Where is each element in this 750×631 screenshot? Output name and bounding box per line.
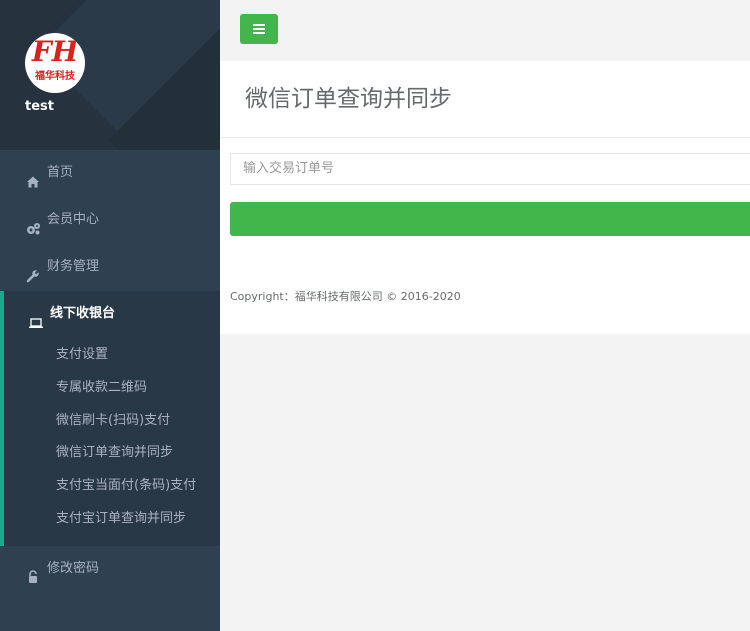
order-number-input[interactable]: 输入交易订单号 <box>230 153 750 185</box>
query-sync-button[interactable] <box>230 202 750 236</box>
sidebar-item-label: 财务管理 <box>47 259 100 274</box>
logo-brand-text: 福华科技 <box>35 71 75 82</box>
profile-header: FH 福华科技 test <box>0 0 220 150</box>
top-navbar <box>220 0 750 60</box>
home-icon <box>25 164 41 187</box>
sidebar: FH 福华科技 test 首页 会员中心 财务管理 线下收银台 支付设置 专属收… <box>0 0 220 631</box>
submenu-item-alipay-order-sync[interactable]: 支付宝订单查询并同步 <box>4 503 220 536</box>
copyright-footer: Copyright：福华科技有限公司 © 2016-2020 <box>230 290 461 303</box>
sidebar-item-label: 修改密码 <box>47 560 100 576</box>
submenu-item-alipay-barcode-pay[interactable]: 支付宝当面付(条码)支付 <box>4 470 220 503</box>
submenu-item-wechat-scan-pay[interactable]: 微信刷卡(扫码)支付 <box>4 405 220 438</box>
content-panel: 输入交易订单号 Copyright：福华科技有限公司 © 2016-2020 <box>220 138 750 334</box>
logo-mark: FH <box>31 35 79 68</box>
sidebar-item-label: 线下收银台 <box>50 306 116 321</box>
submenu-item-pay-settings[interactable]: 支付设置 <box>4 339 220 372</box>
sidebar-item-change-password[interactable]: 修改密码 <box>0 546 220 593</box>
company-logo[interactable]: FH 福华科技 <box>25 33 85 93</box>
sidebar-item-finance[interactable]: 财务管理 <box>0 244 220 291</box>
sidebar-item-members[interactable]: 会员中心 <box>0 197 220 244</box>
submenu-item-wechat-order-sync[interactable]: 微信订单查询并同步 <box>4 437 220 470</box>
laptop-icon <box>28 305 44 328</box>
hamburger-icon <box>253 24 265 26</box>
sidebar-item-offline[interactable]: 线下收银台 <box>4 291 220 339</box>
gears-icon <box>25 211 41 234</box>
username[interactable]: test <box>25 99 54 114</box>
submenu: 支付设置 专属收款二维码 微信刷卡(扫码)支付 微信订单查询并同步 支付宝当面付… <box>4 339 220 546</box>
hamburger-icon <box>253 28 265 30</box>
sidebar-item-label: 首页 <box>47 165 74 180</box>
submenu-item-qrcode[interactable]: 专属收款二维码 <box>4 372 220 405</box>
page-title: 微信订单查询并同步 <box>245 86 452 112</box>
sidebar-item-label: 会员中心 <box>47 212 100 227</box>
sidebar-section-offline: 线下收银台 支付设置 专属收款二维码 微信刷卡(扫码)支付 微信订单查询并同步 … <box>0 291 220 546</box>
sidebar-item-home[interactable]: 首页 <box>0 150 220 197</box>
menu-toggle-button[interactable] <box>240 14 278 44</box>
page-heading: 微信订单查询并同步 <box>220 61 750 138</box>
wrench-icon <box>25 258 41 282</box>
hamburger-icon <box>253 32 265 34</box>
lock-icon <box>25 559 41 584</box>
sidebar-nav: 首页 会员中心 财务管理 线下收银台 支付设置 专属收款二维码 微信刷卡(扫码)… <box>0 150 220 593</box>
